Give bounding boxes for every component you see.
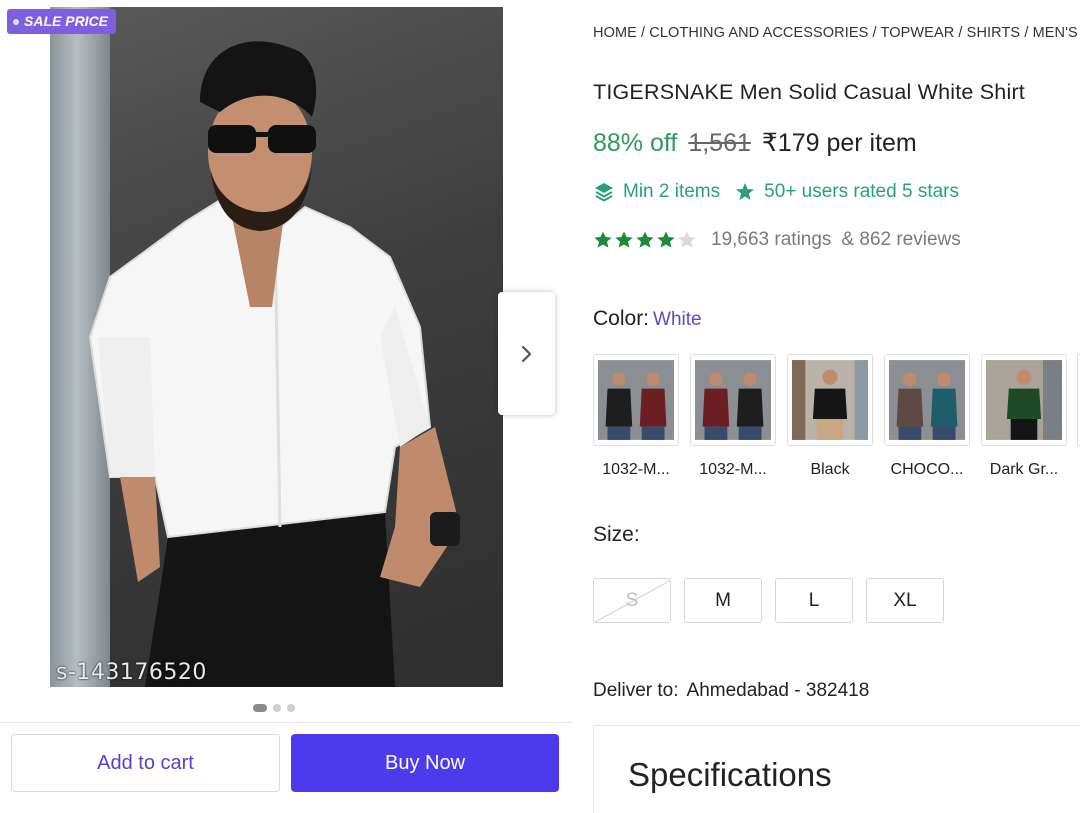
carousel-dot[interactable]	[287, 704, 295, 712]
color-option-image[interactable]	[884, 354, 970, 446]
buy-now-button[interactable]: Buy Now	[291, 734, 559, 792]
selected-color: White	[653, 309, 702, 330]
carousel-indicator	[253, 704, 295, 712]
star-filled-icon	[615, 231, 633, 248]
color-option-label: Black	[810, 461, 850, 478]
delivery-info[interactable]: Deliver to: Ahmedabad - 382418	[593, 680, 869, 702]
price-row: 88% off 1,561 ₹179 per item	[593, 128, 917, 158]
product-gallery: s-143176520 SALE PRICE Add to cart Buy N…	[0, 0, 572, 813]
color-option-label: CHOCO...	[890, 461, 964, 478]
users-rated-badge: 50+ users rated 5 stars	[734, 181, 959, 203]
color-option[interactable]: CHOCO...	[884, 354, 970, 479]
color-option-image[interactable]	[593, 354, 679, 446]
color-option-thumbnail	[889, 360, 965, 440]
product-title: TIGERSNAKE Men Solid Casual White Shirt	[593, 80, 1025, 104]
next-image-button[interactable]	[498, 292, 555, 415]
color-option[interactable]: Black	[787, 354, 873, 479]
discount-text: 88% off	[593, 129, 678, 157]
reviews-count: & 862 reviews	[841, 229, 961, 250]
carousel-dot[interactable]	[273, 704, 281, 712]
add-to-cart-button[interactable]: Add to cart	[11, 734, 280, 792]
unavailable-slash	[594, 579, 670, 622]
sale-dot-icon	[13, 18, 19, 25]
color-option-thumbnail	[792, 360, 868, 440]
delivery-location: Ahmedabad - 382418	[686, 680, 870, 701]
size-option-l[interactable]: L	[775, 578, 853, 623]
size-label: Size:	[593, 523, 640, 546]
rating-row[interactable]: 19,663 ratings & 862 reviews	[593, 229, 961, 251]
min-items-text: Min 2 items	[623, 181, 721, 202]
current-price: ₹179 per item	[761, 129, 917, 157]
size-option-m[interactable]: M	[684, 578, 762, 623]
color-option-label: Dark Gr...	[989, 461, 1059, 478]
size-option-xl[interactable]: XL	[866, 578, 944, 623]
size-option-label: M	[715, 589, 731, 611]
star-empty-icon	[678, 231, 696, 248]
sale-badge-label: SALE PRICE	[24, 13, 109, 29]
color-option[interactable]: Dark Gr...	[981, 354, 1067, 479]
star-rating	[593, 230, 697, 250]
model-illustration	[88, 41, 460, 687]
product-main-image[interactable]: s-143176520	[50, 7, 503, 687]
specifications-heading: Specifications	[628, 756, 832, 793]
chevron-right-icon	[521, 345, 531, 362]
star-filled-icon	[594, 231, 612, 248]
size-option-s: S	[593, 578, 671, 623]
color-option-image[interactable]	[690, 354, 776, 446]
size-option-label: XL	[893, 589, 917, 611]
layers-icon	[595, 183, 613, 202]
ratings-count: 19,663 ratings	[711, 229, 832, 250]
original-price: 1,561	[688, 129, 751, 157]
color-options: 1032-M... 1032-M... Black CHOCO... Dark …	[593, 354, 1067, 479]
color-heading: Color:	[593, 307, 650, 330]
carousel-dot-active[interactable]	[253, 704, 267, 712]
color-option-thumbnail	[598, 360, 674, 440]
color-option-label: 1032-M...	[602, 461, 670, 478]
size-options: S M L XL	[593, 578, 944, 623]
users-rated-text: 50+ users rated 5 stars	[764, 181, 959, 202]
delivery-label: Deliver to:	[593, 680, 679, 701]
size-option-label: L	[808, 589, 820, 611]
color-option[interactable]: 1032-M...	[690, 354, 776, 479]
sparkle-star-icon	[736, 183, 755, 200]
breadcrumb[interactable]: HOME / CLOTHING AND ACCESSORIES / TOPWEA…	[593, 25, 1080, 41]
color-option[interactable]: 1032-M...	[593, 354, 679, 479]
color-option-label: 1032-M...	[699, 461, 767, 478]
color-option-image[interactable]	[787, 354, 873, 446]
color-label: Color: White	[593, 307, 702, 331]
color-option-image[interactable]	[981, 354, 1067, 446]
star-filled-icon	[657, 231, 675, 248]
min-items-badge: Min 2 items	[593, 181, 720, 203]
star-filled-icon	[636, 231, 654, 248]
sale-price-badge: SALE PRICE	[7, 9, 117, 34]
color-option-thumbnail	[695, 360, 771, 440]
product-sku: s-143176520	[56, 660, 207, 685]
product-badges: Min 2 items 50+ users rated 5 stars	[593, 181, 959, 203]
color-option-thumbnail	[986, 360, 1062, 440]
